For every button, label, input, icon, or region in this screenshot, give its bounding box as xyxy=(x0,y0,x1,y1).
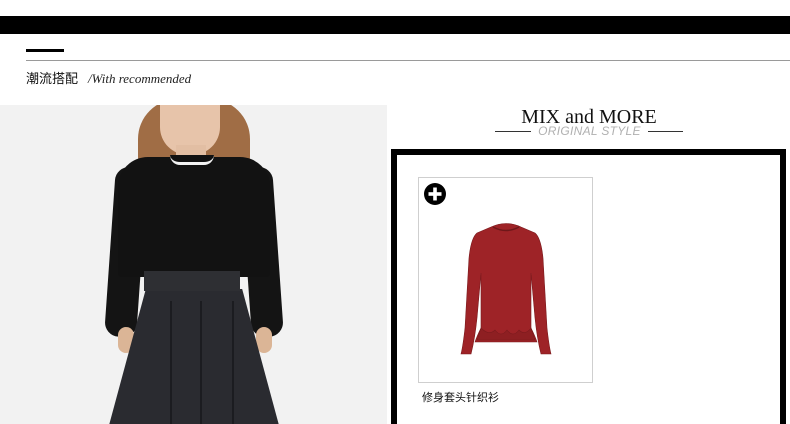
model-waistband xyxy=(144,271,240,291)
section-heading: 潮流搭配 /With recommended xyxy=(26,68,192,87)
mix-subtitle: ORIGINAL STYLE xyxy=(538,124,641,138)
section-heading-en: /With recommended xyxy=(88,71,192,86)
skirt-fold xyxy=(200,301,202,424)
heading-divider xyxy=(26,60,790,61)
subtitle-left-line xyxy=(495,131,531,132)
heading-accent-dash xyxy=(26,49,64,52)
product-name[interactable]: 修身套头针织衫 xyxy=(422,389,499,405)
plus-circle-icon[interactable] xyxy=(423,182,447,206)
top-banner-bar xyxy=(0,16,790,34)
model-collar xyxy=(170,155,214,165)
model-photo xyxy=(0,105,387,424)
subtitle-right-line xyxy=(648,131,683,132)
model-sweater xyxy=(118,157,270,277)
skirt-fold xyxy=(232,301,234,424)
skirt-fold xyxy=(170,301,172,424)
section-heading-cn: 潮流搭配 xyxy=(26,72,79,87)
product-card[interactable] xyxy=(418,177,593,383)
red-sweater-image xyxy=(460,223,552,355)
